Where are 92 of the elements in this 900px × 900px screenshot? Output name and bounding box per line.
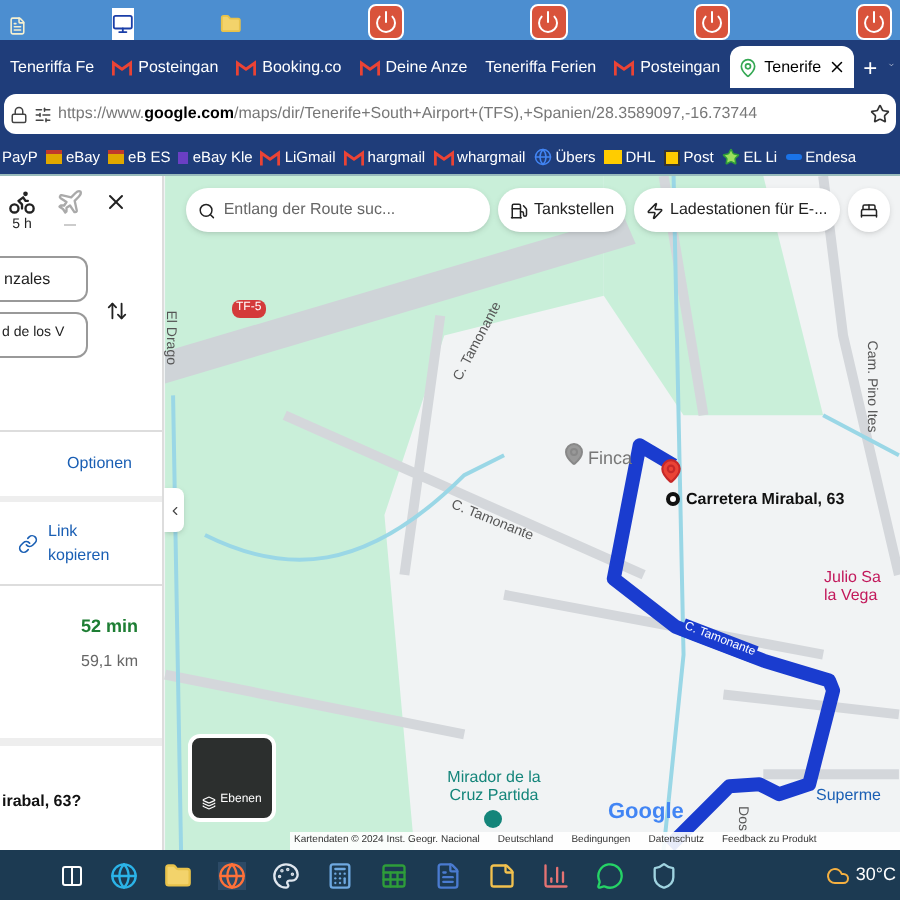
search-icon xyxy=(198,201,216,219)
options-link[interactable]: Optionen xyxy=(67,452,132,476)
shield-icon[interactable] xyxy=(650,861,678,889)
mail-icon xyxy=(359,59,380,75)
bookmark-star-icon[interactable] xyxy=(870,104,890,124)
chat-icon[interactable] xyxy=(596,861,624,889)
document-icon[interactable] xyxy=(8,12,27,40)
browser-tab[interactable]: Posteingan xyxy=(104,46,227,88)
mail-icon xyxy=(260,149,281,165)
post-icon xyxy=(663,149,680,165)
start-field[interactable]: nzales xyxy=(0,256,88,302)
place-label: la Vega xyxy=(824,586,878,604)
place-label[interactable]: Superme xyxy=(816,784,881,808)
browser-tab[interactable]: Tenerife xyxy=(730,46,854,88)
shutdown-icon[interactable] xyxy=(693,4,730,40)
map[interactable] xyxy=(164,176,900,850)
close-icon[interactable] xyxy=(104,190,128,214)
route-search-field[interactable]: Entlang der Route suc... xyxy=(186,188,490,232)
spreadsheet-icon[interactable] xyxy=(380,861,408,889)
filter-chip[interactable]: Ladestationen für E-... xyxy=(634,188,840,232)
chip-label: Tankstellen xyxy=(534,198,615,222)
permissions-icon[interactable] xyxy=(34,105,52,123)
layers-icon xyxy=(202,796,217,810)
question-text: irabal, 63? xyxy=(2,792,82,810)
tab-title: Posteingan xyxy=(138,55,219,79)
tab-title: Tenerife xyxy=(764,55,822,79)
target-icon xyxy=(666,492,680,506)
dhl-icon xyxy=(603,150,622,164)
route-distance: 59,1 km xyxy=(81,649,138,673)
shutdown-icon[interactable] xyxy=(855,4,892,40)
browser-tab[interactable]: Booking.co xyxy=(228,46,350,88)
browser-icon[interactable] xyxy=(218,861,246,889)
mail-icon xyxy=(614,59,635,75)
tab-title: Posteingan xyxy=(640,55,721,79)
shop-icon xyxy=(45,150,62,164)
browser-tab[interactable]: Teneriffa Ferien xyxy=(477,46,605,88)
bed-icon xyxy=(859,201,878,219)
shutdown-icon[interactable] xyxy=(368,4,405,40)
star-icon xyxy=(721,148,740,166)
chevron-left-icon xyxy=(167,503,181,517)
weather-icon[interactable] xyxy=(825,863,850,887)
filter-chip[interactable]: Tankstellen xyxy=(498,188,627,232)
note-icon[interactable] xyxy=(488,861,516,889)
location-pin-icon[interactable] xyxy=(562,442,586,466)
browser-tab[interactable]: Teneriffa Fe xyxy=(2,46,103,88)
letter-icon xyxy=(178,151,189,163)
link-icon xyxy=(18,533,38,553)
swap-icon[interactable] xyxy=(106,300,128,322)
lock-icon[interactable] xyxy=(10,105,28,123)
temperature[interactable]: 30°C xyxy=(855,861,896,889)
destination-label[interactable]: Carretera Mirabal, 63 xyxy=(686,488,845,512)
new-tab-button[interactable]: + xyxy=(855,46,886,88)
tab-title: Deine Anze xyxy=(385,55,468,79)
charger-icon xyxy=(646,201,665,219)
filter-chip[interactable] xyxy=(847,188,890,232)
place-label[interactable]: Mirador de la Cruz Partida xyxy=(436,768,552,804)
shutdown-icon[interactable] xyxy=(530,4,568,40)
url-text: https://www.google.com/maps/dir/Tenerife+South+Airport+(TFS),+Spanien/28.3589097,-16.73744 xyxy=(58,102,758,126)
tab-title: Teneriffa Fe xyxy=(10,55,95,79)
globe-icon xyxy=(533,148,552,166)
address-field[interactable]: https://www.google.com/maps/dir/Tenerife+South+Airport+(TFS),+Spanien/28.3589097,-16.73744 xyxy=(4,94,896,134)
browser-icon[interactable] xyxy=(110,861,138,889)
close-icon[interactable] xyxy=(827,58,846,76)
plane-icon xyxy=(56,188,84,216)
shop-icon xyxy=(108,150,125,164)
task-view-icon[interactable] xyxy=(60,863,84,887)
paint-icon[interactable] xyxy=(272,861,300,889)
tab-title: Teneriffa Ferien xyxy=(485,55,597,79)
tab-title: Booking.co xyxy=(262,55,342,79)
place-label: Julio Sa xyxy=(824,568,881,586)
fuel-icon xyxy=(510,201,528,219)
route-duration: 52 min xyxy=(80,614,138,640)
wave-icon xyxy=(785,154,802,160)
browser-tab[interactable]: Posteingan xyxy=(606,46,729,88)
calculator-icon[interactable] xyxy=(326,861,354,889)
mail-icon xyxy=(112,59,133,75)
google-logo: Google xyxy=(608,798,684,828)
destination-pin-icon[interactable] xyxy=(658,458,684,484)
mail-icon xyxy=(433,149,454,165)
map-pin-icon xyxy=(738,57,759,77)
mail-icon xyxy=(236,59,257,75)
document-icon[interactable] xyxy=(434,861,462,889)
viewpoint-icon[interactable] xyxy=(484,810,502,828)
computer-icon[interactable] xyxy=(112,8,135,40)
folder-icon[interactable] xyxy=(164,861,192,889)
browser-tab[interactable]: Deine Anze xyxy=(351,46,476,88)
chip-label: Ladestationen für E-... xyxy=(670,198,828,222)
chart-icon[interactable] xyxy=(542,861,570,889)
copy-link-button[interactable]: Link kopieren xyxy=(48,519,128,567)
bike-icon xyxy=(8,188,36,216)
mail-icon xyxy=(343,149,364,165)
route-search-input[interactable]: Entlang der Route suc... xyxy=(223,198,478,222)
